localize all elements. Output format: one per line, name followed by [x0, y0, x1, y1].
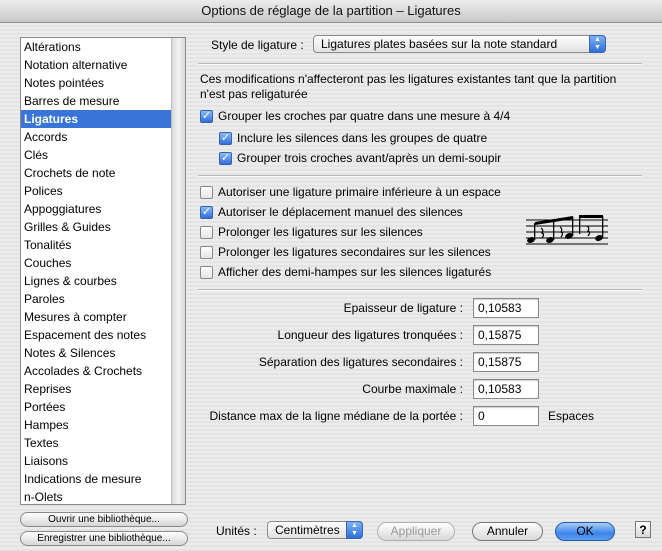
manual-rests-label: Autoriser le déplacement manuel des sile… — [218, 205, 463, 219]
extend-over-rests-label: Prolonger les ligatures sur les silences — [218, 225, 423, 239]
max-distance-label: Distance max de la ligne médiane de la p… — [209, 409, 463, 423]
category-item[interactable]: Accolades & Crochets — [21, 362, 173, 380]
units-popup[interactable]: Centimètres ▲ ▼ — [267, 521, 363, 539]
style-popup-value: Ligatures plates basées sur la note stan… — [321, 37, 558, 51]
include-rests-label: Inclure les silences dans les groupes de… — [237, 131, 488, 145]
thickness-field[interactable]: 0,10583 — [473, 298, 539, 318]
category-item[interactable]: Polices — [21, 182, 173, 200]
dialog-content: Altérations Notation alternative Notes poi… — [0, 23, 662, 551]
category-item[interactable]: Accords — [21, 128, 173, 146]
max-distance-field[interactable]: 0 — [473, 406, 539, 426]
max-distance-unit: Espaces — [548, 409, 595, 423]
category-item[interactable]: Appoggiatures — [21, 200, 173, 218]
category-item[interactable]: Couches — [21, 254, 173, 272]
help-button[interactable]: ? — [635, 521, 651, 538]
category-item[interactable]: Crochets de note — [21, 164, 173, 182]
category-item[interactable]: Mesures à compter — [21, 308, 173, 326]
beamed-notes-preview — [526, 215, 608, 245]
style-label: Style de ligature : — [211, 38, 304, 52]
max-slope-field[interactable]: 0,10583 — [473, 379, 539, 399]
category-item[interactable]: Tonalités — [21, 236, 173, 254]
category-item[interactable]: Notes pointées — [21, 74, 173, 92]
category-item[interactable]: Notation alternative — [21, 56, 173, 74]
half-stems-label: Afficher des demi-hampes sur les silence… — [218, 265, 492, 279]
updown-arrows-icon: ▲ ▼ — [589, 35, 606, 53]
secondary-sep-field[interactable]: 0,15875 — [473, 352, 539, 372]
extend-secondary-label: Prolonger les ligatures secondaires sur … — [218, 245, 491, 259]
notice-text: Ces modifications n'affecteront pas les … — [200, 72, 617, 101]
updown-arrows-icon: ▲ ▼ — [346, 521, 363, 539]
apply-button[interactable]: Appliquer — [377, 522, 455, 541]
category-item[interactable]: Reprises — [21, 380, 173, 398]
category-item[interactable]: Hampes — [21, 416, 173, 434]
units-popup-value: Centimètres — [275, 523, 340, 537]
category-item[interactable]: Grilles & Guides — [21, 218, 173, 236]
checkbox-extend-secondary[interactable] — [200, 246, 213, 259]
style-popup[interactable]: Ligatures plates basées sur la note stan… — [313, 35, 606, 53]
units-label: Unités : — [216, 524, 257, 538]
category-item[interactable]: Indications de mesure — [21, 470, 173, 488]
save-library-button[interactable]: Enregistrer une bibliothèque... — [20, 531, 188, 546]
open-library-button[interactable]: Ouvrir une bibliothèque... — [20, 512, 188, 527]
checkbox-extend-over-rests[interactable] — [200, 226, 213, 239]
category-item[interactable]: Paroles — [21, 290, 173, 308]
category-item[interactable]: Notes & Silences — [21, 344, 173, 362]
category-item[interactable]: Lignes & courbes — [21, 272, 173, 290]
category-item[interactable]: Textes — [21, 434, 173, 452]
category-item[interactable]: Espacement des notes — [21, 326, 173, 344]
category-item[interactable]: Clés — [21, 146, 173, 164]
ok-button[interactable]: OK — [555, 522, 615, 541]
checkmark-icon: ✓ — [220, 152, 231, 164]
broken-length-field[interactable]: 0,15875 — [473, 325, 539, 345]
checkbox-manual-rests[interactable]: ✓ — [200, 206, 213, 219]
thickness-label: Epaisseur de ligature : — [343, 301, 463, 315]
checkmark-icon: ✓ — [201, 110, 212, 122]
window-title: Options de réglage de la partition – Lig… — [0, 0, 662, 23]
separator — [198, 289, 642, 291]
category-list[interactable]: Altérations Notation alternative Notes poi… — [20, 37, 186, 505]
separator — [198, 63, 642, 65]
broken-length-label: Longueur des ligatures tronquées : — [277, 328, 463, 342]
max-slope-label: Courbe maximale : — [362, 382, 463, 396]
group-three-label: Grouper trois croches avant/après un dem… — [237, 151, 502, 165]
category-item[interactable]: Ligatures — [21, 110, 173, 128]
category-item[interactable]: Barres de mesure — [21, 92, 173, 110]
checkmark-icon: ✓ — [220, 132, 231, 144]
checkbox-group-by-four[interactable]: ✓ — [200, 110, 213, 123]
category-item[interactable]: Portées — [21, 398, 173, 416]
primary-below-label: Autoriser une ligature primaire inférieu… — [218, 185, 501, 199]
secondary-sep-label: Séparation des ligatures secondaires : — [258, 355, 463, 369]
category-item[interactable]: Liaisons — [21, 452, 173, 470]
checkbox-primary-below[interactable] — [200, 186, 213, 199]
category-item[interactable]: n-Olets — [21, 488, 173, 504]
category-scrollbar[interactable] — [171, 38, 185, 504]
checkmark-icon: ✓ — [201, 206, 212, 218]
group-by-four-label: Grouper les croches par quatre dans une … — [218, 109, 511, 123]
separator — [198, 175, 642, 177]
category-items: Altérations Notation alternative Notes poi… — [21, 38, 173, 504]
checkbox-include-rests[interactable]: ✓ — [219, 132, 232, 145]
checkbox-half-stems[interactable] — [200, 266, 213, 279]
category-item[interactable]: Altérations — [21, 38, 173, 56]
cancel-button[interactable]: Annuler — [472, 522, 543, 541]
checkbox-group-three[interactable]: ✓ — [219, 152, 232, 165]
